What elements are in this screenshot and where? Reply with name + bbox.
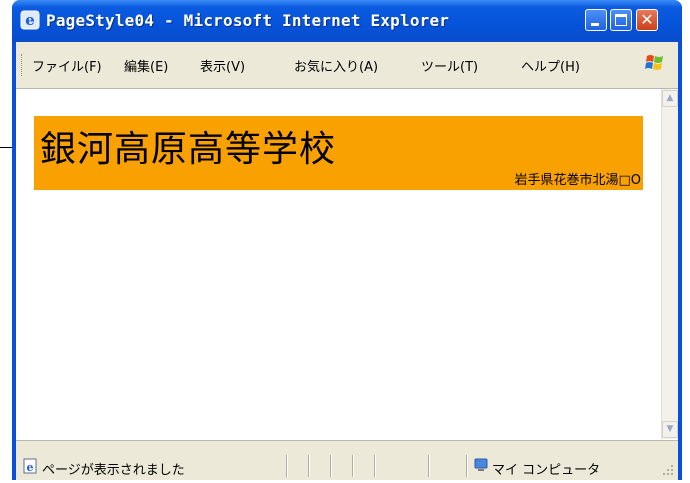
status-divider (428, 455, 430, 477)
vertical-scrollbar[interactable]: ▲ ▼ (661, 89, 678, 439)
maximize-button[interactable] (610, 9, 632, 31)
status-divider (286, 455, 288, 477)
chevron-down-icon: ▼ (666, 424, 674, 434)
browser-window: e PageStyle04 - Microsoft Internet Explo… (12, 0, 682, 480)
security-zone: マイ コンピュータ (492, 463, 601, 478)
chevron-up-icon: ▲ (666, 93, 674, 103)
school-name: 銀河高原高等学校 (40, 129, 337, 170)
close-icon: ✕ (640, 10, 654, 29)
school-address: 岩手県花巻市北湯□O (514, 173, 641, 188)
scroll-up-button[interactable]: ▲ (662, 90, 678, 107)
minimize-icon (591, 23, 599, 26)
svg-text:e: e (27, 461, 34, 474)
ie-icon: e (20, 10, 40, 30)
toolbar-grip[interactable] (21, 54, 24, 76)
status-bar: e ページが表示されました マイ コンピュータ (16, 440, 678, 480)
window-title: PageStyle04 - Microsoft Internet Explore… (46, 11, 450, 30)
school-banner: 銀河高原高等学校 岩手県花巻市北湯□O (34, 116, 643, 190)
status-divider (308, 455, 310, 477)
minimize-button[interactable] (585, 9, 607, 31)
status-text: ページが表示されました (42, 463, 185, 478)
menu-file[interactable]: ファイル(F) (32, 56, 102, 75)
title-bar[interactable]: e PageStyle04 - Microsoft Internet Explo… (12, 0, 682, 42)
windows-logo-icon (645, 55, 663, 70)
menu-view[interactable]: 表示(V) (200, 56, 245, 75)
status-divider (330, 455, 332, 477)
page-content: 銀河高原高等学校 岩手県花巻市北湯□O ▲ ▼ (16, 88, 678, 440)
status-divider (374, 455, 376, 477)
menu-help[interactable]: ヘルプ(H) (521, 56, 580, 75)
close-button[interactable]: ✕ (636, 9, 658, 31)
menu-favorites[interactable]: お気に入り(A) (294, 56, 378, 75)
menu-tools[interactable]: ツール(T) (421, 56, 478, 75)
maximize-icon (615, 14, 627, 26)
svg-text:e: e (25, 11, 35, 29)
resize-grip-icon[interactable] (662, 464, 674, 476)
page-icon: e (23, 458, 37, 474)
status-divider (466, 455, 468, 477)
status-divider (352, 455, 354, 477)
menu-edit[interactable]: 編集(E) (124, 56, 168, 75)
scroll-down-button[interactable]: ▼ (662, 421, 678, 438)
menu-bar: ファイル(F) 編集(E) 表示(V) お気に入り(A) ツール(T) ヘルプ(… (16, 42, 678, 88)
computer-icon (474, 458, 488, 471)
